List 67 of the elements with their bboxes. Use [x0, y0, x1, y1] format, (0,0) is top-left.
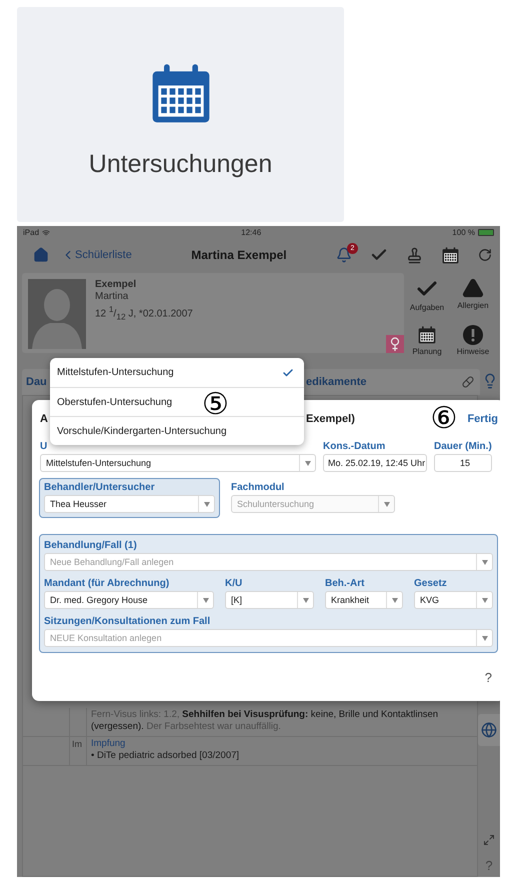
- field-label: Mandant (für Abrechnung): [44, 576, 170, 590]
- patient-first-name: Martina: [95, 291, 130, 303]
- field-select[interactable]: KVG: [414, 591, 493, 609]
- check-icon: [282, 366, 294, 378]
- dialog-title: A: [40, 413, 48, 425]
- caret-icon: [482, 636, 488, 640]
- field-label: U: [40, 440, 48, 454]
- caret-icon: [482, 598, 488, 602]
- date-field[interactable]: Mo. 25.02.19, 12:45 Uhr: [323, 454, 427, 472]
- field-label: Beh.-Art: [325, 576, 364, 590]
- bell-icon[interactable]: [336, 247, 352, 263]
- battery-icon: [478, 229, 494, 236]
- action-button[interactable]: Planung: [404, 325, 450, 363]
- record-item: • DiTe pediatric adsorbed [03/2007]: [91, 750, 240, 762]
- help-icon[interactable]: ?: [484, 670, 492, 684]
- expand-icon[interactable]: [483, 834, 495, 846]
- field-label: Kons.-Datum: [323, 440, 386, 454]
- refresh-icon[interactable]: [478, 248, 492, 262]
- window-title: Martina Exempel: [190, 248, 288, 262]
- tile-label: Untersuchungen: [88, 150, 272, 179]
- battery-label: 100 %: [452, 228, 475, 237]
- globe-icon: [481, 722, 497, 738]
- dialog-title: Exempel): [306, 413, 355, 425]
- action-button[interactable]: Hinweise: [450, 325, 496, 363]
- duration-field[interactable]: 15: [434, 454, 492, 472]
- warning-icon: [462, 277, 484, 299]
- globe-button[interactable]: [478, 714, 500, 746]
- type-select[interactable]: Mittelstufen-Untersuchung: [40, 454, 316, 472]
- caret-icon: [204, 502, 210, 506]
- clock: 12:46: [241, 228, 262, 237]
- calendar-icon[interactable]: [441, 246, 460, 264]
- action-button[interactable]: Aufgaben: [404, 277, 450, 319]
- caret-icon: [384, 502, 390, 506]
- field-label: Behandlung/Fall (1): [44, 538, 137, 552]
- menu-item[interactable]: Vorschule/Kindergarten-Untersuchung: [50, 416, 304, 445]
- field-select[interactable]: Dr. med. Gregory House: [44, 591, 214, 609]
- wifi-icon: [42, 228, 50, 236]
- done-button[interactable]: Fertig: [467, 413, 498, 425]
- caret-icon: [304, 460, 310, 466]
- avatar-placeholder: [28, 279, 86, 349]
- field-label: Gesetz: [414, 576, 447, 590]
- caret-icon: [302, 598, 308, 602]
- field-select[interactable]: Krankheit: [325, 591, 403, 609]
- field-select[interactable]: [K]: [225, 591, 314, 609]
- tile-card[interactable]: Untersuchungen: [17, 7, 344, 222]
- device-label: iPad: [23, 228, 40, 237]
- female-icon: [386, 335, 404, 353]
- patient-age: 12 $^{1}$/$_{12}$ J, *02.01.2007: [95, 303, 194, 322]
- record-code: Im: [69, 737, 87, 765]
- menu-item[interactable]: Mittelstufen-Untersuchung: [50, 358, 304, 387]
- field-label: Fachmodul: [231, 480, 284, 494]
- caret-icon: [482, 560, 488, 564]
- field-label: Dauer (Min.): [434, 440, 492, 454]
- alert-icon: [463, 325, 483, 345]
- caret-icon: [392, 598, 398, 602]
- patient-last-name: Exempel: [95, 279, 138, 291]
- calendar-icon: [417, 325, 437, 345]
- pill-icon[interactable]: [462, 376, 474, 388]
- field-label: Sitzungen/Konsultationen zum Fall: [44, 614, 210, 628]
- stamp-icon[interactable]: [406, 246, 423, 264]
- annotation-number: ⑥: [430, 404, 458, 434]
- caret-icon: [202, 598, 208, 602]
- field-label: Behandler/Untersucher: [44, 480, 155, 494]
- home-icon[interactable]: [33, 247, 49, 263]
- examiner-select[interactable]: Thea Heusser: [44, 495, 215, 513]
- action-button[interactable]: Allergien: [450, 277, 496, 319]
- field-label: K/U: [225, 576, 242, 590]
